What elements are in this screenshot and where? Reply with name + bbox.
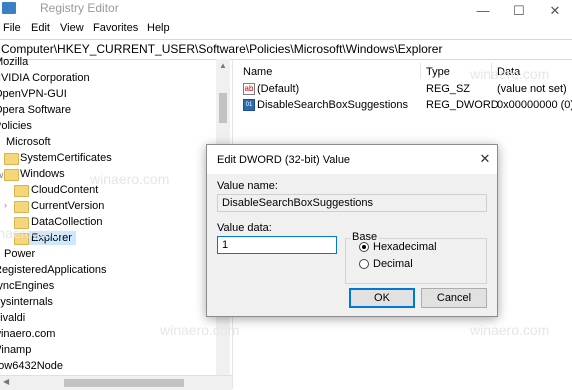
tree-item-currentversion[interactable]: CurrentVersion [31,200,104,212]
regedit-app-icon [2,2,16,14]
column-name[interactable]: Name [243,66,272,78]
tree-scroll-thumb[interactable] [219,93,227,123]
tree-item-vivaldi[interactable]: Vivaldi [0,312,25,324]
value-type: REG_SZ [426,83,471,95]
binary-value-icon: 01 [243,99,255,111]
menu-edit[interactable]: Edit [31,22,50,34]
tree-item-mozilla[interactable]: Mozilla [0,56,28,68]
key-tree: Mozilla NVIDIA Corporation OpenVPN-GUI O… [0,56,230,389]
scroll-up-icon[interactable]: ▲ [219,61,227,70]
tree-item-windows[interactable]: Windows [20,168,65,180]
tree-item-power[interactable]: Power [4,248,35,260]
address-path: Computer\HKEY_CURRENT_USER\Software\Poli… [1,42,443,56]
watermark: winaero.com [470,66,550,82]
watermark: winaero.com [160,322,240,338]
value-data: 0x00000000 (0) [497,99,572,111]
decimal-radio[interactable] [359,259,369,269]
value-name-field[interactable]: DisableSearchBoxSuggestions [217,194,487,212]
folder-icon [14,185,29,197]
value-name-label: Value name: [217,180,278,192]
menu-file[interactable]: File [3,22,21,34]
tree-item-winaero[interactable]: winaero.com [0,328,55,340]
folder-icon [4,153,19,165]
value-data: (value not set) [497,83,567,95]
string-value-icon: ab [243,83,255,95]
column-type[interactable]: Type [426,66,450,78]
folder-open-icon [4,169,19,181]
tree-hscrollbar[interactable]: ◀ [0,375,232,390]
value-data-input[interactable]: 1 [217,236,337,254]
hscroll-thumb[interactable] [64,379,184,387]
watermark: winaero.com [0,225,64,241]
tree-item-syncengines[interactable]: SyncEngines [0,280,54,292]
watermark: winaero.com [90,171,170,187]
value-data-label: Value data: [217,222,272,234]
hexadecimal-label[interactable]: Hexadecimal [373,241,437,253]
address-bar[interactable]: Computer\HKEY_CURRENT_USER\Software\Poli… [0,39,572,60]
window-title: Registry Editor [40,1,119,15]
ok-button[interactable]: OK [349,288,415,308]
edit-dword-dialog: Edit DWORD (32-bit) Value ✕ Value name: … [206,144,498,317]
dialog-title-bar: Edit DWORD (32-bit) Value ✕ [207,145,497,174]
menu-favorites[interactable]: Favorites [93,22,138,34]
tree-item-registeredapplications[interactable]: RegisteredApplications [0,264,107,276]
menu-bar: File Edit View Favorites Help [0,22,572,39]
tree-item-winamp[interactable]: Winamp [0,344,31,356]
tree-item-policies[interactable]: Policies [0,120,32,132]
close-button[interactable]: ✕ [538,0,572,22]
minimize-button[interactable]: — [466,0,500,22]
decimal-label[interactable]: Decimal [373,258,413,270]
tree-item-nvidia[interactable]: NVIDIA Corporation [0,72,90,84]
watermark: winaero.com [470,322,550,338]
tree-item-openvpn[interactable]: OpenVPN-GUI [0,88,67,100]
hexadecimal-radio[interactable] [359,242,369,252]
maximize-button[interactable]: ☐ [502,0,536,22]
menu-view[interactable]: View [60,22,84,34]
tree-item-microsoft[interactable]: Microsoft [6,136,51,148]
chevron-right-icon[interactable]: › [4,200,7,210]
value-name: DisableSearchBoxSuggestions [257,99,409,111]
folder-icon [14,201,29,213]
column-divider[interactable] [420,63,421,79]
cancel-button[interactable]: Cancel [421,288,487,308]
value-type: REG_DWORD [426,99,499,111]
dialog-title: Edit DWORD (32-bit) Value [217,154,351,166]
tree-item-opera[interactable]: Opera Software [0,104,71,116]
tree-item-systemcertificates[interactable]: SystemCertificates [20,152,112,164]
title-bar: Registry Editor — ☐ ✕ [0,0,572,22]
scroll-left-icon[interactable]: ◀ [3,377,9,386]
menu-help[interactable]: Help [147,22,170,34]
tree-item-cloudcontent[interactable]: CloudContent [31,184,98,196]
tree-item-sysinternals[interactable]: Sysinternals [0,296,53,308]
value-name: (Default) [257,83,300,95]
tree-item-wow6432node[interactable]: Wow6432Node [0,360,63,372]
dialog-close-icon[interactable]: ✕ [477,151,493,167]
